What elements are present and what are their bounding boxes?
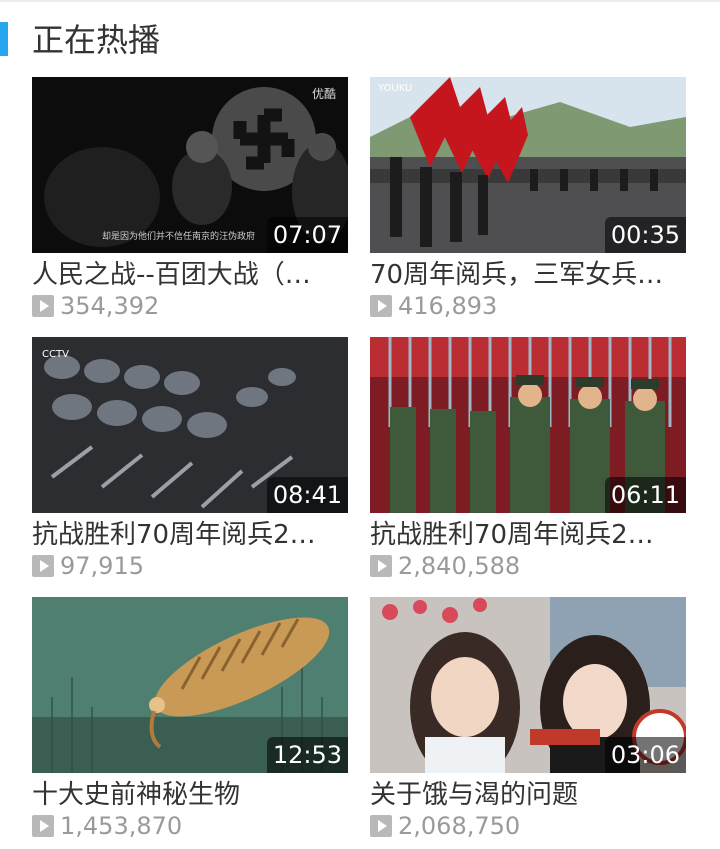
view-count-row: 2,068,750 xyxy=(370,811,520,841)
duration-badge: 07:07 xyxy=(266,217,348,253)
view-count-row: 1,453,870 xyxy=(32,811,182,841)
video-card[interactable]: 06:11 抗战胜利70周年阅兵2… 2,840,588 xyxy=(370,337,686,580)
play-count-icon xyxy=(32,815,54,837)
video-title[interactable]: 十大史前神秘生物 xyxy=(32,777,348,813)
view-count: 2,068,750 xyxy=(398,812,521,840)
duration-badge: 03:06 xyxy=(604,737,686,773)
view-count-row: 354,392 xyxy=(32,291,159,321)
view-count: 1,453,870 xyxy=(60,812,183,840)
video-thumbnail[interactable]: 06:11 xyxy=(370,337,686,513)
video-title[interactable]: 抗战胜利70周年阅兵2… xyxy=(370,517,686,553)
play-count-icon xyxy=(370,815,392,837)
video-card[interactable]: 03:06 关于饿与渴的问题 2,068,750 xyxy=(370,597,686,840)
duration-badge: 00:35 xyxy=(604,217,686,253)
video-thumbnail[interactable]: 12:53 xyxy=(32,597,348,773)
view-count-row: 2,840,588 xyxy=(370,551,520,581)
video-thumbnail[interactable]: 优酷 却是因为他们并不信任南京的汪伪政府 07:07 xyxy=(32,77,348,253)
view-count-row: 416,893 xyxy=(370,291,497,321)
video-title[interactable]: 人民之战--百团大战（… xyxy=(32,257,348,293)
channel-logo: 优酷 xyxy=(311,87,336,101)
video-thumbnail[interactable]: YOUKU 00:35 xyxy=(370,77,686,253)
burned-subtitle: 却是因为他们并不信任南京的汪伪政府 xyxy=(102,232,256,242)
channel-logo: CCTV xyxy=(42,349,69,360)
duration-badge: 08:41 xyxy=(266,477,348,513)
top-divider xyxy=(0,0,720,2)
section-header: 正在热播 xyxy=(0,18,720,62)
view-count: 97,915 xyxy=(60,552,144,580)
video-title[interactable]: 抗战胜利70周年阅兵2… xyxy=(32,517,348,553)
view-count: 416,893 xyxy=(398,292,498,320)
video-thumbnail[interactable]: 03:06 xyxy=(370,597,686,773)
video-card[interactable]: 优酷 却是因为他们并不信任南京的汪伪政府 07:07 人民之战--百团大战（… … xyxy=(32,77,348,320)
video-title[interactable]: 关于饿与渴的问题 xyxy=(370,777,686,813)
view-count: 2,840,588 xyxy=(398,552,521,580)
play-count-icon xyxy=(32,555,54,577)
video-card[interactable]: YOUKU 00:35 70周年阅兵，三军女兵… 416,893 xyxy=(370,77,686,320)
channel-logo: YOUKU xyxy=(377,83,412,94)
play-count-icon xyxy=(32,295,54,317)
video-thumbnail[interactable]: CCTV 08:41 xyxy=(32,337,348,513)
section-title: 正在热播 xyxy=(32,21,161,59)
duration-badge: 06:11 xyxy=(604,477,686,513)
view-count: 354,392 xyxy=(60,292,160,320)
video-card[interactable]: CCTV 08:41 抗战胜利70周年阅兵2… 97,915 xyxy=(32,337,348,580)
video-title[interactable]: 70周年阅兵，三军女兵… xyxy=(370,257,686,293)
play-count-icon xyxy=(370,295,392,317)
section-accent-bar xyxy=(0,22,8,56)
duration-badge: 12:53 xyxy=(266,737,348,773)
view-count-row: 97,915 xyxy=(32,551,144,581)
video-card[interactable]: 12:53 十大史前神秘生物 1,453,870 xyxy=(32,597,348,840)
play-count-icon xyxy=(370,555,392,577)
